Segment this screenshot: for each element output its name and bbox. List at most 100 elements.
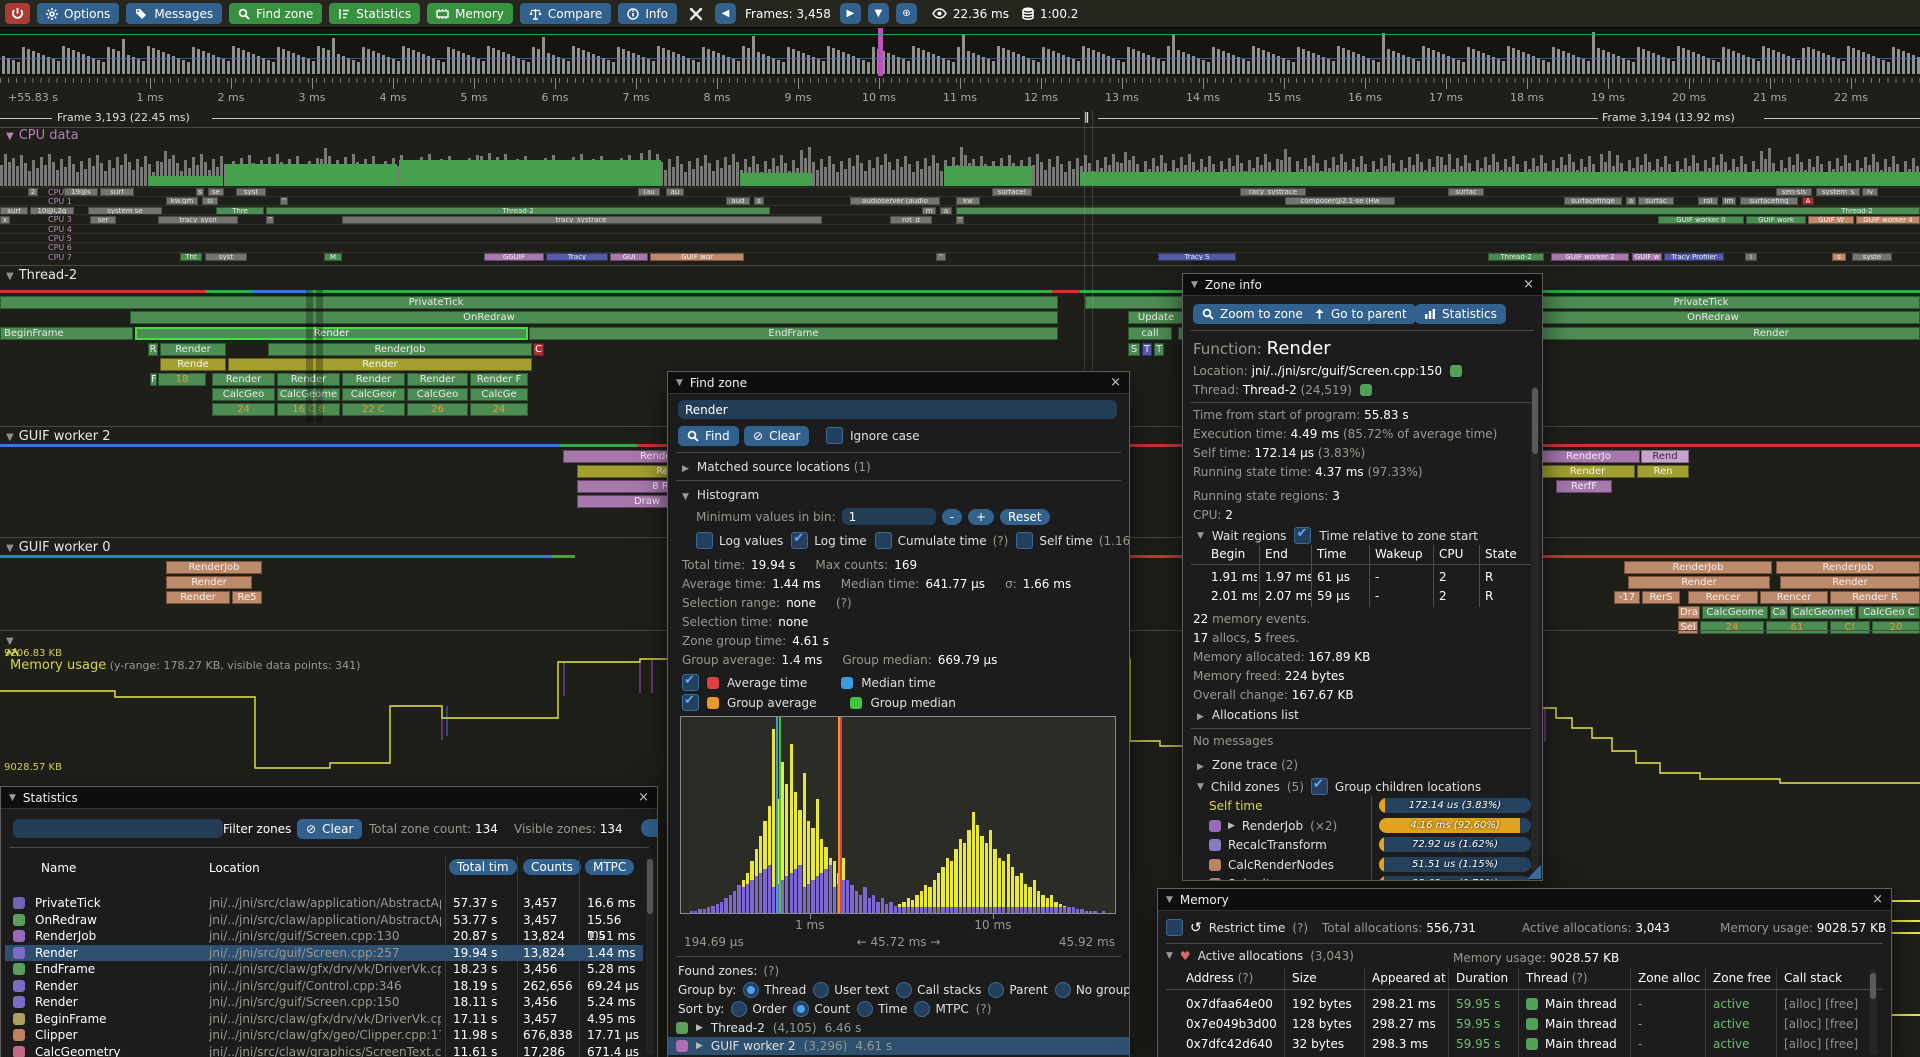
timeline-zone[interactable]: Update — [1128, 311, 1184, 324]
timeline-zone[interactable]: im — [1722, 197, 1736, 205]
timeline-zone[interactable]: Render — [166, 591, 230, 604]
table-row[interactable]: BeginFramejni/../jni/src/claw/gfx/drv/vk… — [5, 1011, 643, 1027]
child-zones-header[interactable]: ▼Child zones(5)Group children locations — [1197, 778, 1481, 795]
found-zone-group[interactable]: ▶GUIF worker 2(3,296)4.61 s — [668, 1037, 1129, 1055]
timeline-zone[interactable]: RerfF — [1556, 480, 1612, 493]
filter-input[interactable] — [13, 819, 223, 838]
timeline-zone[interactable]: S — [1128, 343, 1140, 356]
timeline-zone[interactable]: M — [324, 253, 342, 261]
increment-button[interactable]: + — [968, 509, 994, 525]
timeline-zone[interactable]: Thread-2 — [956, 207, 1920, 215]
close-icon[interactable]: × — [1110, 375, 1121, 390]
scrollbar[interactable] — [1531, 386, 1539, 872]
min-bin-input[interactable]: 1 — [842, 508, 936, 525]
timeline-zone[interactable]: composer@2.1-se (Hw — [1285, 197, 1395, 205]
timeline-zone[interactable]: ^ — [266, 216, 274, 224]
timeline-zone[interactable]: lv — [1862, 188, 1878, 196]
timeline-zone[interactable]: Tracy S — [1158, 253, 1236, 261]
timeline-zone[interactable]: Sel — [1678, 621, 1698, 634]
timeline-zone[interactable]: surf — [0, 207, 28, 215]
collapse-icon[interactable]: ▼ — [1166, 895, 1173, 905]
timeline-ruler[interactable]: +55.83 s1 ms2 ms3 ms4 ms5 ms6 ms7 ms8 ms… — [0, 78, 1920, 108]
option-self-time[interactable]: Self time(1.16%) — [1016, 532, 1129, 549]
collapse-icon[interactable]: ▼ — [9, 793, 16, 803]
sort-counts[interactable]: Counts — [523, 859, 581, 875]
timeline-zone[interactable]: m — [922, 207, 936, 215]
timeline-zone[interactable]: CalcGeome — [277, 388, 340, 401]
timeline-zone[interactable]: Tracy — [546, 253, 608, 261]
zone-info-statistics-button[interactable]: Statistics — [1415, 304, 1506, 324]
child-time-bar[interactable]: 72.92 us (1.62%) — [1379, 837, 1531, 852]
timeline-zone[interactable]: RerS — [1642, 591, 1680, 604]
scrollbar[interactable] — [646, 857, 654, 1055]
compare-button[interactable]: Compare — [520, 3, 611, 24]
memory-titlebar[interactable]: ▼ Memory × — [1158, 889, 1891, 911]
table-row[interactable]: Renderjni/../jni/src/guif/Screen.cpp:257… — [5, 945, 643, 961]
option-log-time[interactable]: Log time — [791, 532, 866, 549]
timeline-zone[interactable]: 10@i,2g — [30, 207, 74, 215]
timeline-zone[interactable]: 61 — [1766, 621, 1828, 634]
child-time-bar[interactable]: 172.14 us (3.83%) — [1379, 798, 1531, 813]
radio-call-stacks[interactable]: Call stacks — [896, 982, 981, 998]
table-row[interactable]: Renderjni/../jni/src/guif/Control.cpp:34… — [5, 978, 643, 994]
close-icon[interactable]: × — [638, 790, 649, 805]
timeline-zone[interactable]: (au — [638, 188, 660, 196]
timeline-zone[interactable]: Rencer — [1688, 591, 1758, 604]
table-row[interactable]: CalcGeometryjni/../jni/src/claw/graphics… — [5, 1044, 643, 1057]
timeline-zone[interactable]: GUIF worker 2 — [1551, 253, 1629, 261]
timeline-zone[interactable]: sen-sis — [1776, 188, 1812, 196]
timeline-zone[interactable]: RenderJo — [1537, 450, 1640, 463]
timeline-zone[interactable]: 16 C 8 — [277, 403, 340, 416]
timeline-zone[interactable]: Rend — [1641, 450, 1689, 463]
timeline-zone[interactable]: Thread-2 — [266, 207, 770, 215]
timeline-zone[interactable]: surf — [100, 188, 134, 196]
child-time-bar[interactable]: 35.63 us (0.79%) — [1379, 876, 1531, 880]
timeline-zone[interactable]: a — [1626, 197, 1636, 205]
found-zone-group[interactable]: ▶Thread-2(4,105)6.46 s — [668, 1019, 1129, 1037]
timeline-zone[interactable]: 22 C — [342, 403, 405, 416]
restrict-time-option[interactable]: ↺Restrict time(?) — [1166, 919, 1308, 936]
timeline-zone[interactable]: CalcGeo — [212, 388, 275, 401]
timeline-zone[interactable]: GUIF w — [1632, 253, 1662, 261]
timeline-zone[interactable]: si — [202, 197, 218, 205]
scrollbar-thumb[interactable] — [1870, 973, 1876, 999]
timeline-zone[interactable]: system se — [88, 207, 162, 215]
resize-grip[interactable] — [1527, 865, 1541, 879]
timeline-zone[interactable]: T — [1154, 343, 1164, 356]
timeline-zone[interactable]: C — [533, 343, 544, 356]
timeline-zone[interactable]: GUIF W — [1808, 216, 1854, 224]
reset-button[interactable]: Reset — [1000, 509, 1050, 525]
close-icon[interactable]: × — [1523, 277, 1534, 292]
timeline-zone[interactable]: PrivateTick — [0, 296, 1058, 309]
scrollbar[interactable] — [1869, 969, 1877, 1055]
timeline-zone[interactable]: Tracy Profiler — [1664, 253, 1724, 261]
timeline-zone[interactable]: 20 — [1872, 621, 1920, 634]
timeline-zone[interactable]: se — [208, 188, 224, 196]
timeline-zone[interactable]: 2 — [28, 188, 38, 196]
timeline-zone[interactable]: racy_systrace — [1240, 188, 1306, 196]
timeline-zone[interactable]: kw.gm — [166, 197, 198, 205]
timeline-zone[interactable]: audioserver (audio — [850, 197, 940, 205]
timeline-zone[interactable]: rol — [1698, 197, 1718, 205]
timeline-zone[interactable]: BeginFrame — [0, 327, 133, 340]
timeline-zone[interactable]: Render — [1540, 465, 1635, 478]
limit-button[interactable] — [641, 819, 657, 837]
timeline-zone[interactable]: syste — [1852, 253, 1892, 261]
timeline-zone[interactable]: tracy_sysn — [158, 216, 238, 224]
timeline-zone[interactable]: Render — [407, 373, 468, 386]
histogram-plot[interactable] — [680, 716, 1116, 914]
timeline-zone[interactable]: ^ — [956, 216, 964, 224]
info-button[interactable]: Info — [618, 3, 677, 24]
timeline-zone[interactable]: F — [150, 373, 157, 386]
timeline-zone[interactable]: T — [1142, 343, 1152, 356]
table-row[interactable]: OnRedrawjni/../jni/src/claw/application/… — [5, 912, 643, 928]
timeline-zone[interactable]: au — [666, 188, 684, 196]
ignore-case-option[interactable]: Ignore case — [826, 427, 920, 444]
timeline-zone[interactable]: syst — [236, 188, 266, 196]
timeline-zone[interactable]: Render — [166, 576, 252, 589]
radio-mtpc[interactable]: MTPC — [914, 1001, 968, 1017]
tools-icon[interactable] — [684, 7, 708, 21]
child-time-bar[interactable]: 51.51 us (1.15%) — [1379, 857, 1531, 872]
timeline-zone[interactable]: surfac — [1638, 197, 1674, 205]
timeline-zone[interactable]: RenderJob — [1776, 561, 1920, 574]
